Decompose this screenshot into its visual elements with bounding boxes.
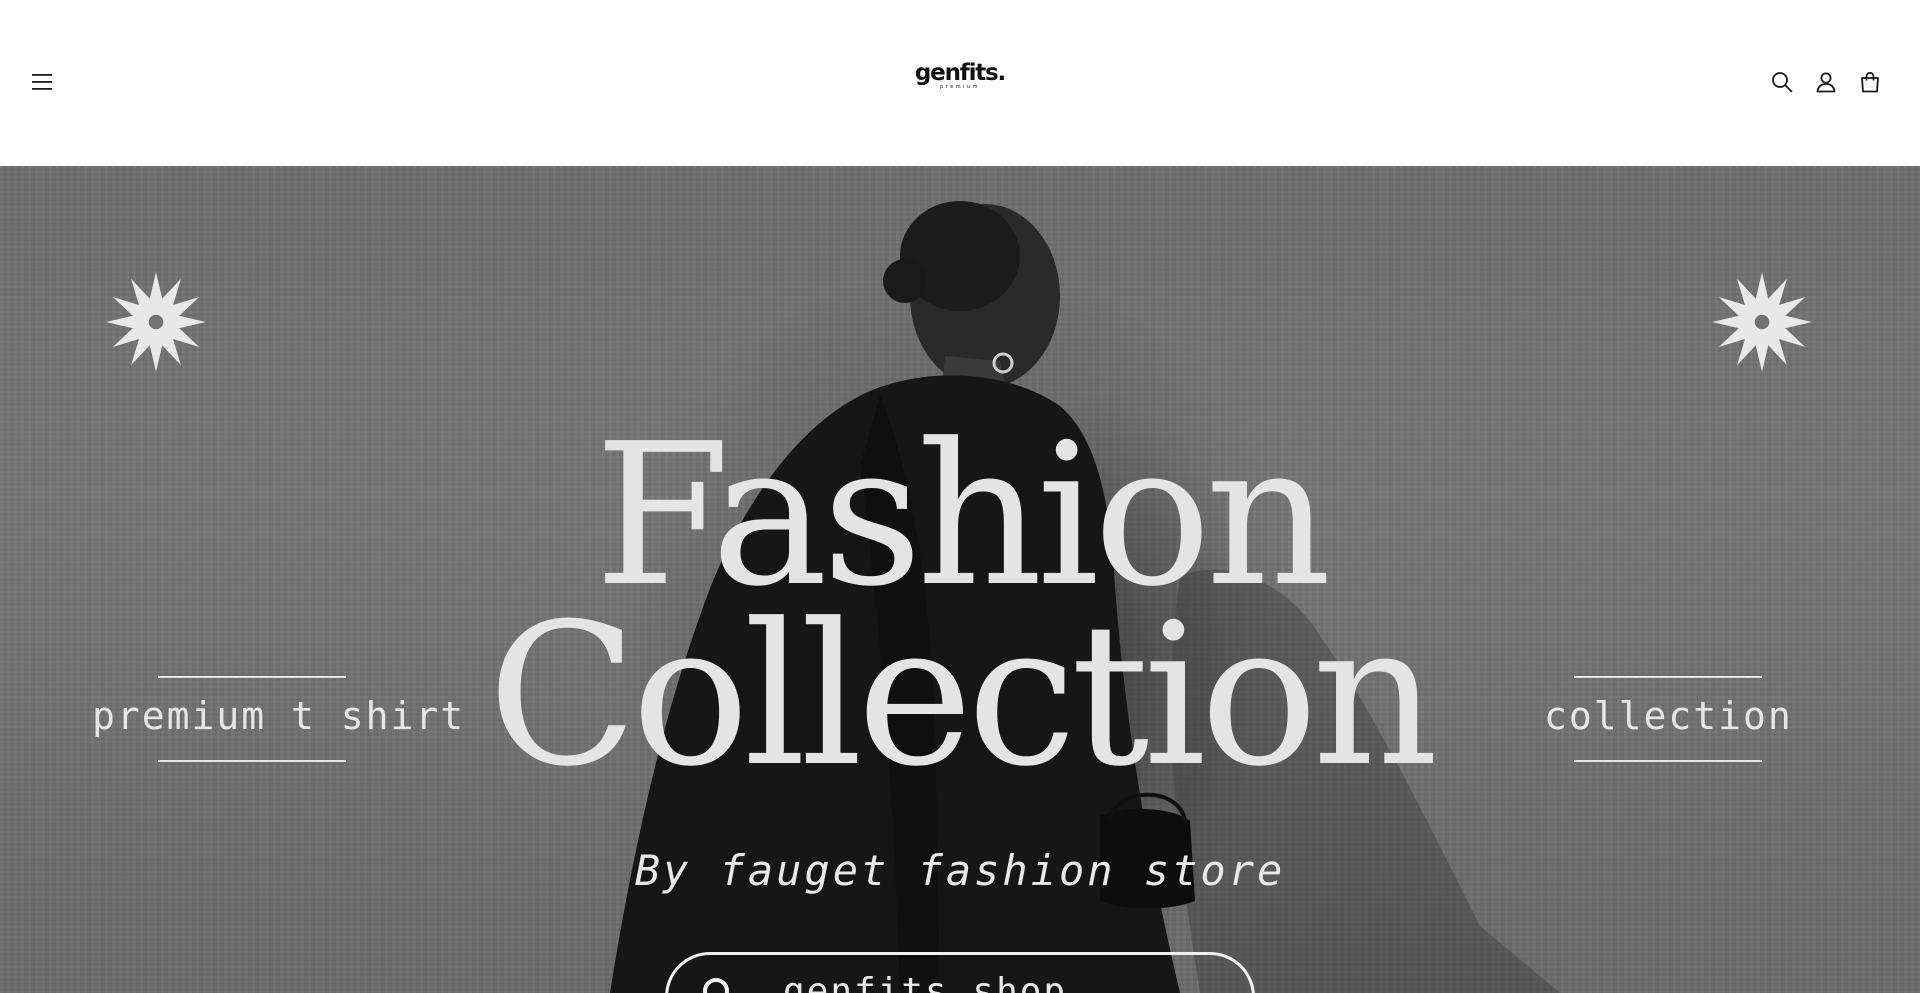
divider-line	[158, 760, 346, 762]
hero-banner: Fashion Collection premium t shirt colle…	[0, 166, 1920, 993]
logo-text: genfits.	[914, 60, 1006, 86]
right-tagline: collection	[1544, 694, 1793, 738]
divider-line	[1574, 676, 1762, 678]
search-icon	[1772, 72, 1793, 93]
hero-subtitle: By fauget fashion store	[634, 846, 1286, 895]
site-logo[interactable]: genfits. premium	[880, 62, 1040, 102]
search-button[interactable]	[1766, 66, 1798, 98]
search-icon	[703, 978, 729, 993]
account-icon	[1816, 72, 1836, 93]
logo-subtext: premium	[940, 84, 980, 90]
divider-line	[1574, 760, 1762, 762]
shop-search-pill[interactable]: genfits shop	[665, 952, 1255, 993]
sun-burst-icon	[106, 272, 206, 372]
site-header: genfits. premium	[0, 0, 1920, 166]
sun-burst-icon	[1712, 272, 1812, 372]
search-pill-label: genfits shop	[783, 971, 1068, 993]
cart-button[interactable]	[1854, 66, 1886, 98]
divider-line	[158, 676, 346, 678]
menu-button[interactable]	[26, 66, 58, 98]
cart-icon	[1861, 71, 1879, 93]
left-tagline: premium t shirt	[92, 694, 466, 738]
hamburger-menu-icon	[32, 74, 52, 90]
account-button[interactable]	[1810, 66, 1842, 98]
